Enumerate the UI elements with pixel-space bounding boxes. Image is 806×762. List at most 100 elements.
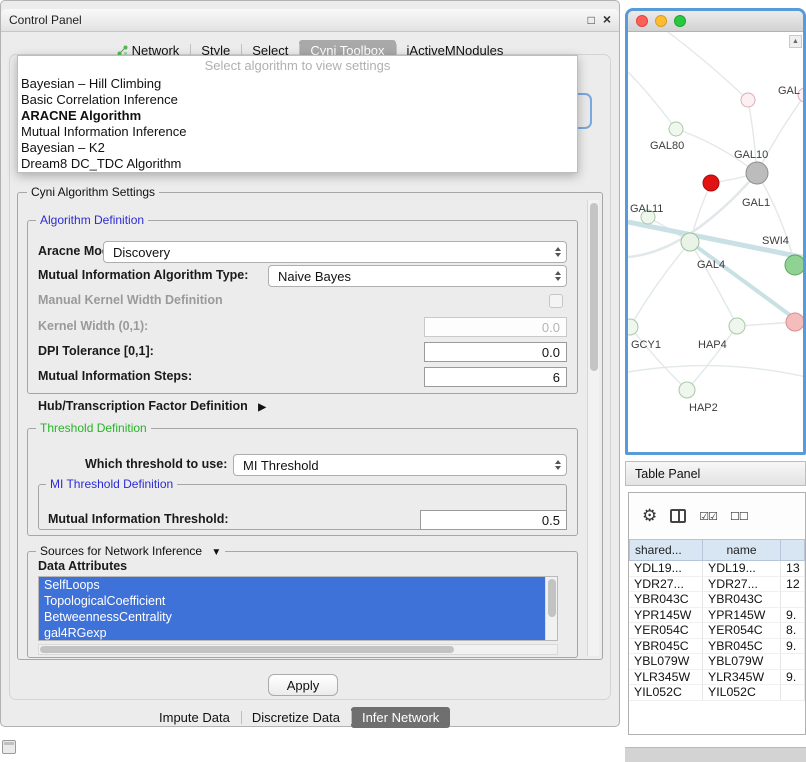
table-row[interactable]: YBR045CYBR045C9. [629,639,805,655]
table-cell[interactable]: 8. [781,623,805,639]
table-column-header[interactable] [781,539,805,561]
table-cell[interactable]: YDL19... [703,561,781,577]
network-node[interactable] [729,318,745,334]
table-cell[interactable]: YIL052C [629,685,703,701]
algorithm-option[interactable]: Bayesian – Hill Climbing [18,76,577,92]
hub-definition-toggle[interactable]: Hub/Transcription Factor Definition ▶ [38,399,266,413]
control-panel-title: Control Panel [9,13,82,27]
data-attribute-item[interactable]: gal4RGexp [39,625,546,641]
table-cell[interactable]: 13 [781,561,805,577]
table-cell[interactable]: YER054C [703,623,781,639]
table-column-header[interactable]: shared... [629,539,703,561]
node-label: GAL4 [697,259,725,271]
table-row[interactable]: YBL079WYBL079W [629,654,805,670]
network-window-titlebar [628,11,803,32]
table-cell[interactable] [781,654,805,670]
network-tab-icon [117,45,128,56]
table-cell[interactable]: YBR043C [703,592,781,608]
network-node[interactable] [786,313,803,331]
table-cell[interactable]: YBR043C [629,592,703,608]
table-cell[interactable]: YLR345W [703,670,781,686]
dpi-tolerance-label: DPI Tolerance [0,1]: [38,344,154,358]
table-cell[interactable] [781,685,805,701]
select-all-checks-icon[interactable]: ☑☑ [699,510,717,523]
table-cell[interactable]: 9. [781,670,805,686]
table-cell[interactable]: YIL052C [703,685,781,701]
network-view-window: GALGAL80GAL10GAL11GAL1SWI4GAL4GCY1HAP4HA… [625,8,806,455]
sources-toggle[interactable]: Sources for Network Inference ▼ [36,544,225,558]
list-horizontal-scrollbar[interactable] [38,644,558,655]
table-cell[interactable]: YBL079W [703,654,781,670]
table-cell[interactable]: 9. [781,608,805,624]
table-row[interactable]: YBR043CYBR043C [629,592,805,608]
table-cell[interactable]: YDR27... [703,577,781,593]
mi-algorithm-type-value: Naive Bayes [278,269,351,284]
dpi-tolerance-field[interactable]: 0.0 [424,342,567,362]
algorithm-option[interactable]: Dream8 DC_TDC Algorithm [18,156,577,172]
algorithm-option[interactable]: ARACNE Algorithm [18,108,577,124]
apply-button[interactable]: Apply [268,674,338,696]
which-threshold-select[interactable]: MI Threshold [233,454,567,476]
manual-kernel-width-checkbox[interactable] [549,294,563,308]
mi-steps-field[interactable]: 6 [424,367,567,387]
data-attribute-item[interactable]: BetweennessCentrality [39,609,546,625]
scroll-up-icon[interactable]: ▲ [789,35,802,48]
combo-arrows-icon [555,271,561,281]
which-threshold-value: MI Threshold [243,458,319,473]
bottom-tab-bar: Impute DataDiscretize DataInfer Network [148,706,450,728]
mac-zoom-icon[interactable] [674,15,686,27]
close-icon[interactable]: × [603,13,611,27]
aracne-mode-select[interactable]: Discovery [103,241,567,263]
float-window-icon[interactable]: □ [588,13,595,27]
table-cell[interactable]: YDR27... [629,577,703,593]
table-cell[interactable]: YLR345W [629,670,703,686]
table-cell[interactable]: YDL19... [629,561,703,577]
network-node[interactable] [679,382,695,398]
table-cell[interactable]: 9. [781,639,805,655]
algorithm-option[interactable]: Bayesian – K2 [18,140,577,156]
network-node[interactable] [681,233,699,251]
table-cell[interactable]: YBL079W [629,654,703,670]
collapsed-panel-icon[interactable] [2,740,16,754]
deselect-all-checks-icon[interactable]: ☐☐ [730,510,748,523]
table-cell[interactable]: YBR045C [703,639,781,655]
network-node[interactable] [669,122,683,136]
table-row[interactable]: YIL052CYIL052C [629,685,805,701]
table-row[interactable]: YDR27...YDR27...12 [629,577,805,593]
network-node[interactable] [703,175,719,191]
network-node[interactable] [746,162,768,184]
table-toolbar: ⚙ ☑☑ ☐☐ [629,493,805,539]
data-attribute-item[interactable]: SelfLoops [39,577,546,593]
mac-close-icon[interactable] [636,15,648,27]
algorithm-option[interactable]: Mutual Information Inference [18,124,577,140]
bottom-tab-discretize-data[interactable]: Discretize Data [241,707,351,728]
table-cell[interactable]: YPR145W [629,608,703,624]
data-attributes-list: SelfLoopsTopologicalCoefficientBetweenne… [39,577,557,641]
table-cell[interactable] [781,592,805,608]
table-row[interactable]: YDL19...YDL19...13 [629,561,805,577]
table-cell[interactable]: YBR045C [629,639,703,655]
table-cell[interactable]: 12 [781,577,805,593]
table-cell[interactable]: YPR145W [703,608,781,624]
bottom-tab-impute-data[interactable]: Impute Data [148,707,241,728]
network-canvas[interactable]: GALGAL80GAL10GAL11GAL1SWI4GAL4GCY1HAP4HA… [628,32,803,455]
network-node[interactable] [628,319,638,335]
algorithm-option[interactable]: Basic Correlation Inference [18,92,577,108]
gear-icon[interactable]: ⚙ [642,506,657,526]
network-node[interactable] [741,93,755,107]
mac-minimize-icon[interactable] [655,15,667,27]
network-node[interactable] [785,255,803,275]
columns-icon[interactable] [670,509,686,523]
data-attribute-item[interactable]: TopologicalCoefficient [39,593,546,609]
table-cell[interactable]: YER054C [629,623,703,639]
mi-threshold-field[interactable]: 0.5 [420,510,567,530]
table-row[interactable]: YPR145WYPR145W9. [629,608,805,624]
settings-vertical-scrollbar[interactable] [587,200,599,656]
table-row[interactable]: YER054CYER054C8. [629,623,805,639]
table-column-header[interactable]: name [703,539,781,561]
table-row[interactable]: YLR345WYLR345W9. [629,670,805,686]
list-vertical-scrollbar[interactable] [545,577,557,640]
bottom-tab-infer-network[interactable]: Infer Network [351,707,450,728]
kernel-width-field[interactable]: 0.0 [424,317,567,337]
mi-algorithm-type-select[interactable]: Naive Bayes [268,265,567,287]
